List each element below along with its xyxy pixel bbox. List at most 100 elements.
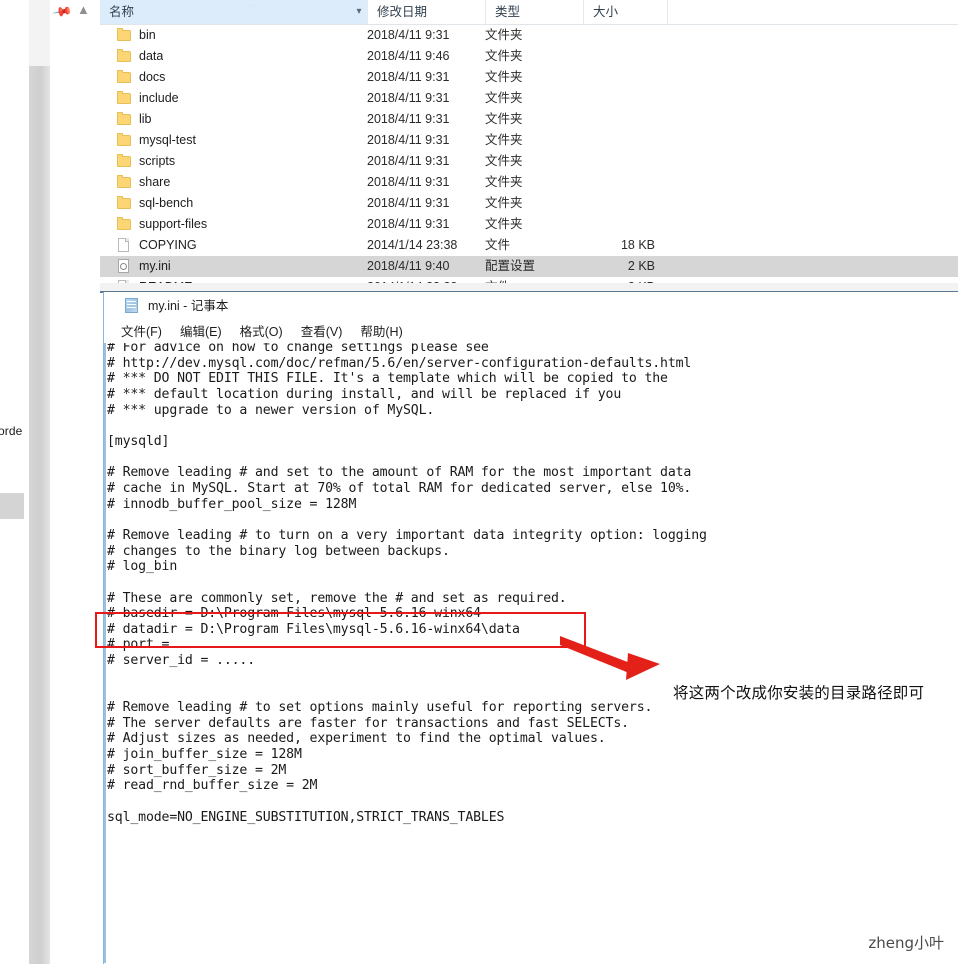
table-row[interactable]: mysql-test 2018/4/11 9:31 文件夹	[100, 130, 958, 151]
file-type-cell: 文件夹	[485, 91, 523, 105]
left-panel-chunk	[0, 493, 24, 519]
table-row[interactable]: data 2018/4/11 9:46 文件夹	[100, 46, 958, 67]
column-header-empty[interactable]	[667, 0, 958, 24]
table-row[interactable]: include 2018/4/11 9:31 文件夹	[100, 88, 958, 109]
chevron-down-icon[interactable]: ▾	[351, 0, 367, 24]
file-size-cell	[583, 172, 667, 193]
pin-icon[interactable]: 📌	[51, 1, 73, 23]
file-name-cell[interactable]: sql-bench	[116, 193, 193, 214]
file-name-label: data	[139, 49, 164, 63]
column-header-date[interactable]: 修改日期	[367, 0, 485, 24]
file-name-cell[interactable]: mysql-test	[116, 130, 196, 151]
file-name-label: COPYING	[139, 238, 197, 252]
folder-icon	[116, 196, 132, 210]
file-date-cell: 2018/4/11 9:31	[367, 175, 450, 189]
file-size-cell: 2 KB	[627, 259, 655, 273]
explorer-bottom-fade	[100, 283, 958, 291]
folder-icon	[116, 154, 132, 168]
file-name-cell[interactable]: scripts	[116, 151, 175, 172]
folder-icon	[116, 217, 132, 231]
table-row[interactable]: scripts 2018/4/11 9:31 文件夹	[100, 151, 958, 172]
file-type-cell: 文件夹	[485, 112, 523, 126]
menu-item-5[interactable]: 帮助(H)	[351, 321, 411, 343]
table-row[interactable]: support-files 2018/4/11 9:31 文件夹	[100, 214, 958, 235]
file-name-label: bin	[139, 28, 156, 42]
file-size-cell	[583, 88, 667, 109]
file-date-cell: 2018/4/11 9:40	[367, 259, 450, 273]
file-name-cell[interactable]: share	[116, 172, 170, 193]
ini-icon	[116, 259, 132, 273]
file-type-cell: 文件夹	[485, 70, 523, 84]
menu-item-1[interactable]: 文件(F)	[112, 321, 171, 343]
file-name-label: lib	[139, 112, 152, 126]
left-panel-rail	[29, 66, 50, 964]
folder-icon	[116, 28, 132, 42]
table-row[interactable]: share 2018/4/11 9:31 文件夹	[100, 172, 958, 193]
file-name-label: include	[139, 91, 179, 105]
menu-item-3[interactable]: 格式(O)	[231, 321, 292, 343]
file-name-label: mysql-test	[139, 133, 196, 147]
file-name-cell[interactable]: docs	[116, 67, 165, 88]
file-size-cell	[583, 151, 667, 172]
notepad-file-content[interactable]: # For advice on how to change settings p…	[107, 343, 707, 825]
menu-item-4[interactable]: 查看(V)	[292, 321, 352, 343]
file-date-cell: 2018/4/11 9:31	[367, 133, 450, 147]
folder-icon	[116, 112, 132, 126]
file-size-cell	[583, 214, 667, 235]
notepad-icon	[123, 298, 140, 313]
file-name-label: my.ini	[139, 259, 171, 273]
table-row[interactable]: sql-bench 2018/4/11 9:31 文件夹	[100, 193, 958, 214]
highlight-rectangle	[95, 612, 586, 648]
file-date-cell: 2018/4/11 9:31	[367, 196, 450, 210]
column-header-type[interactable]: 类型	[485, 0, 583, 24]
notepad-text-area[interactable]: # For advice on how to change settings p…	[104, 343, 958, 964]
file-name-cell[interactable]: include	[116, 88, 179, 109]
folder-icon	[116, 70, 132, 84]
file-name-label: sql-bench	[139, 196, 194, 210]
file-name-label: scripts	[139, 154, 176, 168]
column-header-name[interactable]: 名称	[100, 0, 367, 24]
file-type-cell: 文件	[485, 238, 511, 252]
folder-icon	[116, 91, 132, 105]
file-type-cell: 文件夹	[485, 175, 523, 189]
left-panel-top	[29, 0, 51, 66]
file-date-cell: 2014/1/14 23:38	[367, 238, 458, 252]
file-size-cell	[583, 109, 667, 130]
file-date-cell: 2018/4/11 9:31	[367, 70, 450, 84]
file-size-cell	[583, 193, 667, 214]
file-name-cell[interactable]: lib	[116, 109, 152, 130]
table-row[interactable]: lib 2018/4/11 9:31 文件夹	[100, 109, 958, 130]
watermark-label: zheng小叶	[868, 934, 944, 952]
red-arrow-icon	[560, 636, 660, 680]
explorer-pin-bar: 📌 ▲	[50, 0, 100, 25]
notepad-menu-bar: 文件(F) 编辑(E) 格式(O) 查看(V) 帮助(H)	[104, 321, 958, 343]
chevron-up-icon[interactable]: ▲	[77, 2, 90, 17]
table-row[interactable]: COPYING 2014/1/14 23:38 文件 18 KB	[100, 235, 958, 256]
file-name-cell[interactable]: my.ini	[116, 256, 171, 277]
left-text-fragment: orde	[0, 424, 23, 438]
file-date-cell: 2018/4/11 9:31	[367, 112, 450, 126]
menu-item-2[interactable]: 编辑(E)	[171, 321, 231, 343]
file-size-cell	[583, 67, 667, 88]
file-name-cell[interactable]: COPYING	[116, 235, 197, 256]
table-row[interactable]: bin 2018/4/11 9:31 文件夹	[100, 25, 958, 46]
screenshot-canvas: orde 📌 ▲ 名称 ••• ▾ 修改日期 类型 大小 bin 2018/4/1…	[0, 0, 958, 964]
file-name-label: docs	[139, 70, 166, 84]
folder-icon	[116, 49, 132, 63]
file-date-cell: 2018/4/11 9:31	[367, 217, 450, 231]
text-cursor-bar	[104, 343, 106, 963]
annotation-text: 将这两个改成你安装的目录路径即可	[673, 684, 925, 702]
column-header-size[interactable]: 大小	[583, 0, 667, 24]
file-size-cell	[583, 25, 667, 46]
table-row[interactable]: docs 2018/4/11 9:31 文件夹	[100, 67, 958, 88]
file-name-cell[interactable]: support-files	[116, 214, 207, 235]
file-type-cell: 配置设置	[485, 259, 536, 273]
notepad-title-text: my.ini - 记事本	[148, 299, 229, 313]
file-name-cell[interactable]: data	[116, 46, 163, 67]
file-date-cell: 2018/4/11 9:31	[367, 154, 450, 168]
file-size-cell	[583, 130, 667, 151]
folder-icon	[116, 175, 132, 189]
table-row[interactable]: my.ini 2018/4/11 9:40 配置设置 2 KB	[100, 256, 958, 277]
file-type-cell: 文件夹	[485, 154, 523, 168]
file-name-cell[interactable]: bin	[116, 25, 156, 46]
